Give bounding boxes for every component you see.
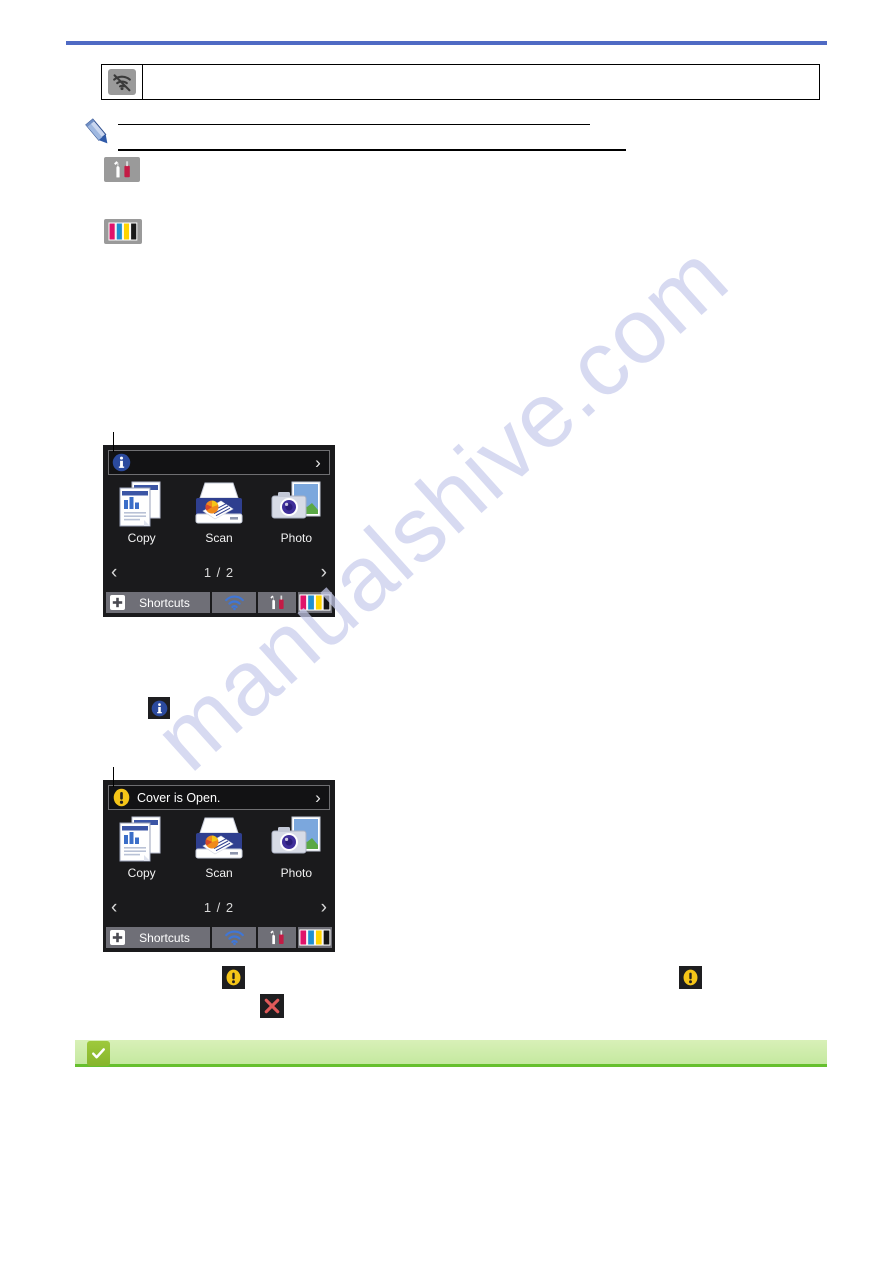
wifi-icon-table: [101, 64, 820, 100]
pencil-note-icon: [82, 117, 114, 149]
lcd-app-grid: Copy Scan Photo: [103, 813, 335, 891]
lcd-app-copy[interactable]: Copy: [103, 478, 180, 556]
callout-leader-line-1: [113, 432, 114, 452]
page-watermark: manualshive.com: [0, 0, 893, 1263]
taskbar-shortcuts-label: Shortcuts: [139, 930, 190, 945]
lcd-status-text: Cover is Open.: [137, 790, 221, 805]
note-callout: [82, 115, 626, 155]
top-divider-rule: [66, 41, 827, 45]
warning-icon: [222, 966, 245, 989]
settings-icon: [270, 930, 284, 945]
plus-icon: [110, 595, 125, 610]
lcd-status-banner[interactable]: ›: [108, 450, 330, 475]
pager-prev-icon[interactable]: ‹: [111, 898, 117, 917]
pager-next-icon[interactable]: ›: [321, 898, 327, 917]
lcd-app-label: Scan: [205, 531, 233, 545]
taskbar-wifi-button[interactable]: [212, 592, 256, 613]
error-cross-icon: [260, 994, 284, 1018]
lcd-app-grid: Copy Scan Photo: [103, 478, 335, 556]
lcd-app-copy[interactable]: Copy: [103, 813, 180, 891]
lcd-app-label: Copy: [127, 866, 156, 880]
lcd-app-label: Photo: [280, 531, 312, 545]
note-rule-bottom: [118, 149, 626, 151]
lcd-screen-cover-open: Cover is Open. › Copy Scan Photo ‹ 1 / 2…: [103, 780, 335, 952]
taskbar-settings-button[interactable]: [258, 927, 296, 948]
info-icon: [148, 697, 170, 719]
lcd-status-banner[interactable]: Cover is Open. ›: [108, 785, 330, 810]
lcd-pager: ‹ 1 / 2 ›: [103, 893, 335, 921]
settings-icon: [270, 595, 284, 610]
pager-prev-icon[interactable]: ‹: [111, 563, 117, 582]
lcd-app-scan[interactable]: Scan: [180, 813, 257, 891]
wifi-icon-cell: [102, 65, 143, 99]
lcd-app-label: Photo: [280, 866, 312, 880]
photo-icon: [268, 813, 324, 865]
lcd-app-photo[interactable]: Photo: [258, 478, 335, 556]
taskbar-shortcuts-label: Shortcuts: [139, 595, 190, 610]
ink-levels-icon: [104, 219, 142, 244]
pager-page-indicator: 1 / 2: [203, 899, 235, 915]
taskbar-shortcuts-button[interactable]: Shortcuts: [106, 927, 210, 948]
lcd-taskbar: Shortcuts: [103, 590, 335, 617]
lcd-screen-info: › Copy Scan Photo ‹ 1 / 2 › Shortcuts: [103, 445, 335, 617]
scan-icon: [190, 478, 248, 530]
copy-icon: [114, 813, 170, 865]
wifi-description-cell: [143, 65, 819, 99]
copy-icon: [114, 478, 170, 530]
lcd-app-scan[interactable]: Scan: [180, 478, 257, 556]
chevron-right-icon[interactable]: ›: [307, 454, 329, 471]
wifi-icon: [224, 595, 244, 610]
info-icon: [111, 453, 131, 473]
taskbar-ink-button[interactable]: [298, 592, 332, 613]
settings-wrench-screwdriver-icon: [104, 157, 140, 182]
pager-page-indicator: 1 / 2: [203, 564, 235, 580]
taskbar-shortcuts-button[interactable]: Shortcuts: [106, 592, 210, 613]
lcd-pager: ‹ 1 / 2 ›: [103, 558, 335, 586]
lcd-app-label: Scan: [205, 866, 233, 880]
warning-icon: [679, 966, 702, 989]
taskbar-wifi-button[interactable]: [212, 927, 256, 948]
photo-icon: [268, 478, 324, 530]
warning-icon: [111, 788, 131, 808]
pager-next-icon[interactable]: ›: [321, 563, 327, 582]
taskbar-ink-button[interactable]: [298, 927, 332, 948]
wifi-off-icon: [108, 69, 136, 95]
tip-callout-bar: [75, 1040, 827, 1067]
callout-leader-line-2: [113, 767, 114, 787]
check-icon: [87, 1041, 110, 1066]
wifi-icon: [224, 930, 244, 945]
note-rule-top: [118, 124, 590, 125]
scan-icon: [190, 813, 248, 865]
ink-icon: [299, 929, 331, 946]
lcd-taskbar: Shortcuts: [103, 925, 335, 952]
plus-icon: [110, 930, 125, 945]
lcd-app-label: Copy: [127, 531, 156, 545]
taskbar-settings-button[interactable]: [258, 592, 296, 613]
lcd-app-photo[interactable]: Photo: [258, 813, 335, 891]
ink-icon: [299, 594, 331, 611]
chevron-right-icon[interactable]: ›: [307, 789, 329, 806]
